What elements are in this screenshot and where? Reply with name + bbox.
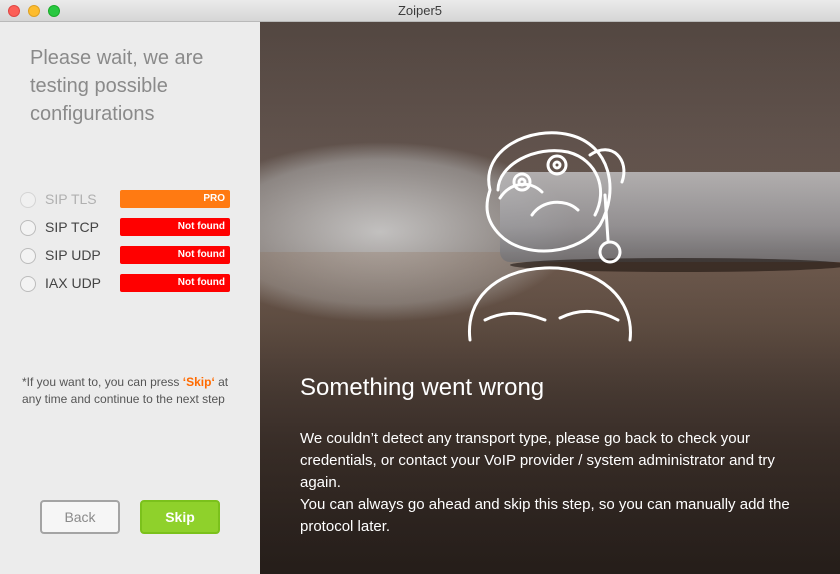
skip-hint: *If you want to, you can press ‘Skip‘ at… — [22, 374, 242, 408]
title-bar: Zoiper5 — [0, 0, 840, 22]
page-heading: Please wait, we are testing possible con… — [30, 47, 204, 125]
protocol-row-sip-udp: SIP UDP Not found — [20, 246, 240, 266]
protocol-radio[interactable] — [20, 248, 36, 264]
error-panel: Something went wrong We couldn’t detect … — [260, 22, 840, 574]
skip-hint-keyword: ‘Skip‘ — [182, 375, 215, 389]
error-message: We couldn’t detect any transport type, p… — [300, 428, 800, 538]
error-message-paragraph-1: We couldn’t detect any transport type, p… — [300, 430, 775, 491]
status-badge: PRO — [120, 190, 230, 208]
protocol-radio[interactable] — [20, 220, 36, 236]
config-test-panel: Please wait, we are testing possible con… — [0, 22, 260, 574]
skip-hint-prefix: *If you want to, you can press — [22, 375, 183, 389]
protocol-radio[interactable] — [20, 276, 36, 292]
protocol-radio[interactable] — [20, 192, 36, 208]
status-badge: Not found — [120, 218, 230, 236]
protocol-label: IAX UDP — [45, 275, 102, 291]
error-headline: Something went wrong — [300, 374, 545, 401]
protocol-row-iax-udp: IAX UDP Not found — [20, 274, 240, 294]
protocol-label: SIP TCP — [45, 219, 99, 235]
protocol-label: SIP UDP — [45, 247, 101, 263]
sad-astronaut-icon — [467, 131, 632, 342]
status-badge: Not found — [120, 246, 230, 264]
status-badge: Not found — [120, 274, 230, 292]
back-button[interactable]: Back — [40, 500, 120, 534]
error-message-paragraph-2: You can always go ahead and skip this st… — [300, 496, 790, 535]
skip-button[interactable]: Skip — [140, 500, 220, 534]
app-window: Zoiper5 Please wait, we are testing poss… — [0, 0, 840, 574]
protocol-row-sip-tls: SIP TLS PRO — [20, 190, 240, 210]
protocol-label: SIP TLS — [45, 191, 97, 207]
window-title: Zoiper5 — [397, 3, 443, 18]
protocol-row-sip-tcp: SIP TCP Not found — [20, 218, 240, 238]
